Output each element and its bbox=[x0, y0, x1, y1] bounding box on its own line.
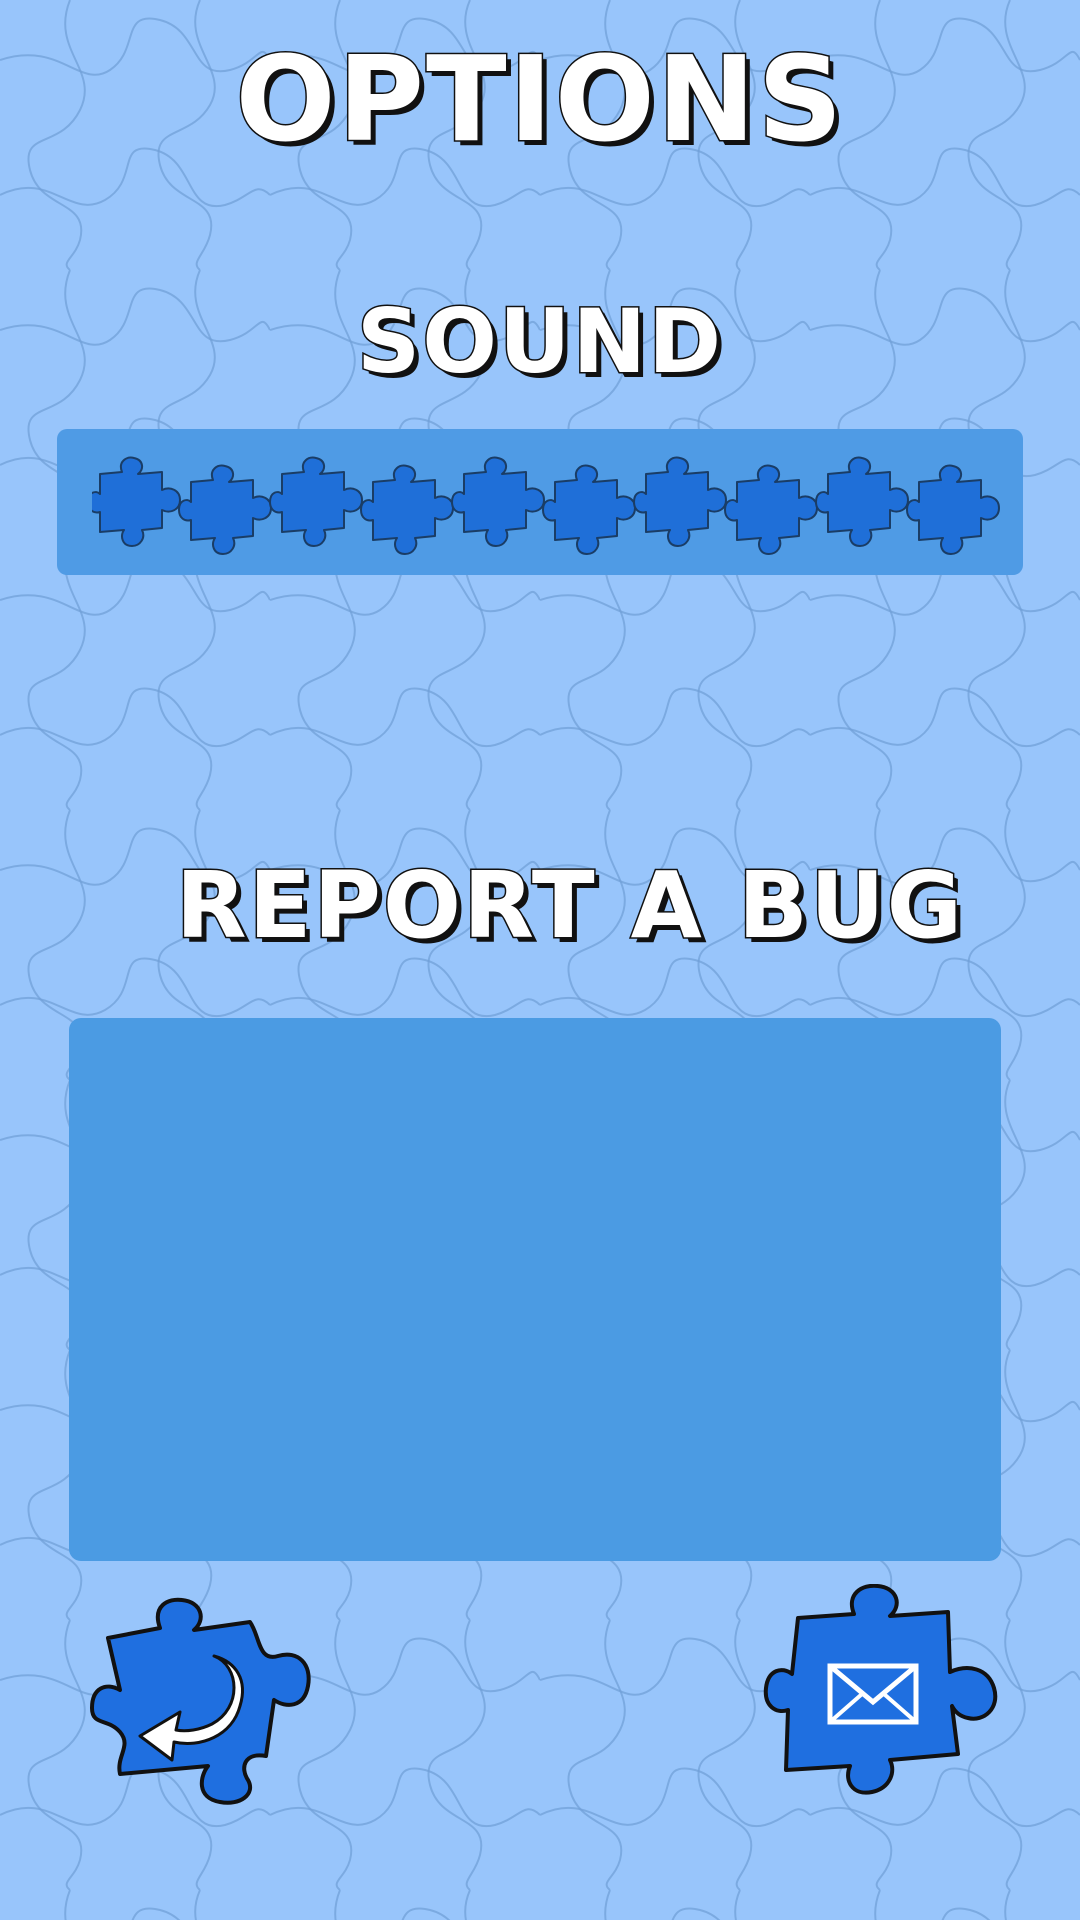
page-title: OPTIONS bbox=[234, 29, 845, 170]
sound-volume-panel bbox=[57, 429, 1023, 575]
send-report-button[interactable] bbox=[762, 1584, 1012, 1799]
sound-level-segment[interactable] bbox=[633, 456, 727, 547]
sound-level-segment[interactable] bbox=[92, 456, 181, 547]
sound-level-segment[interactable] bbox=[269, 456, 363, 547]
sound-level-segment[interactable] bbox=[360, 464, 454, 555]
sound-level-segment[interactable] bbox=[815, 456, 909, 547]
sound-section-title: SOUND bbox=[355, 289, 724, 395]
sound-level-segment[interactable] bbox=[178, 464, 272, 555]
sound-level-segment[interactable] bbox=[906, 464, 1000, 555]
sound-level-segment[interactable] bbox=[451, 456, 545, 547]
envelope-icon bbox=[827, 1663, 919, 1725]
sound-volume-slider[interactable] bbox=[92, 442, 1002, 562]
sound-level-segment[interactable] bbox=[542, 464, 636, 555]
report-bug-section-title: REPORT A BUG bbox=[174, 851, 965, 961]
back-arrow-icon bbox=[138, 1654, 244, 1762]
bug-report-text-field[interactable] bbox=[69, 1018, 1001, 1561]
back-button[interactable] bbox=[90, 1596, 320, 1806]
sound-level-segment[interactable] bbox=[724, 464, 818, 555]
